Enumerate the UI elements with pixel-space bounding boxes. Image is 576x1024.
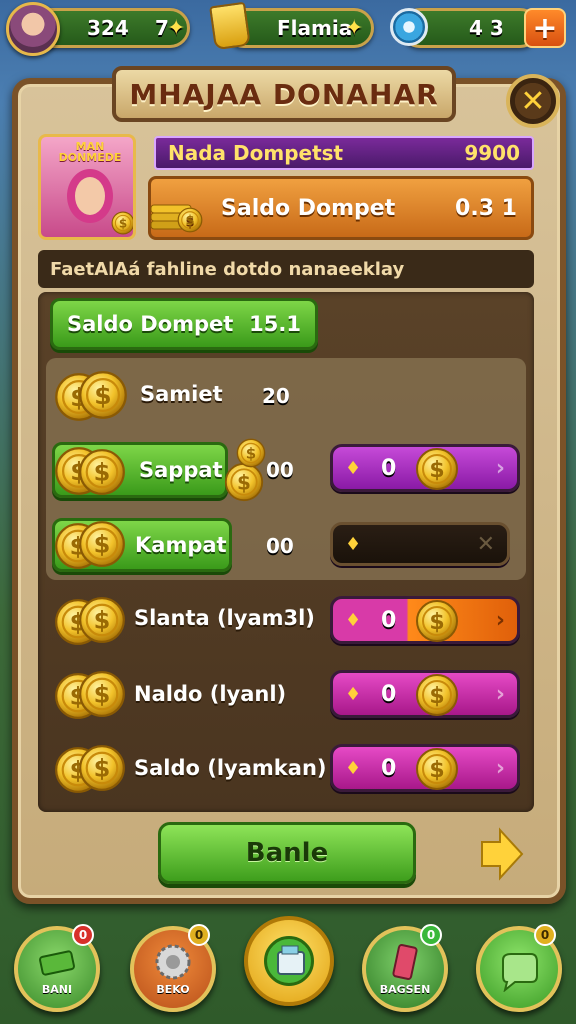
star-plus-icon[interactable]: ✦ — [345, 16, 363, 41]
clear-icon[interactable]: ✕ — [477, 532, 495, 557]
gear-icon — [155, 944, 191, 980]
avatar-icon[interactable] — [6, 2, 60, 56]
coin-icon — [111, 211, 135, 235]
row-label-samiet: Samiet — [140, 382, 223, 406]
wallet-name-label: Nada Dompetst — [168, 141, 344, 165]
portrait-face — [67, 169, 113, 223]
nav-bagsen-label: BAGSEN — [379, 983, 431, 996]
saldo-value: 0.3 1 — [455, 195, 517, 221]
nav-shop-button[interactable] — [244, 916, 334, 1006]
slanta-slider[interactable]: ♦ 0 › — [330, 596, 520, 644]
coin-icon[interactable] — [415, 599, 459, 643]
nav-chat-button[interactable]: 0 — [476, 924, 562, 1012]
nav-bank-label: BANI — [41, 983, 73, 996]
cash-register-icon — [277, 945, 305, 975]
nav-bagsen-button[interactable]: BAGSEN 0 — [362, 924, 448, 1012]
coin-icon — [54, 594, 128, 650]
close-button[interactable]: ✕ — [506, 74, 560, 128]
sappat-slider-value: 0 — [381, 455, 397, 481]
slider-leading-icon: ♦ — [345, 533, 362, 555]
coin-icon[interactable] — [415, 447, 459, 491]
coin-icon — [54, 742, 128, 798]
row-label-saldo: Saldo (lyamkan) — [134, 756, 327, 780]
slanta-slider-value: 0 — [381, 607, 397, 633]
trophy-cup-icon — [209, 1, 251, 51]
row-label-slanta: Slanta (lyam3l) — [134, 606, 315, 630]
row-label-naldo: Naldo (lyanl) — [134, 682, 287, 706]
coin-icon — [54, 518, 128, 574]
player-name: Flamia — [277, 16, 353, 40]
coin-icon[interactable] — [415, 673, 459, 717]
row-value-kampat: 00 — [266, 534, 294, 558]
saldo-dompet-label: Saldo Dompet — [67, 312, 234, 336]
nav-bank-button[interactable]: BANI 0 — [14, 924, 100, 1012]
sappat-slider[interactable]: ♦ 0 › — [330, 444, 520, 492]
nav-beko-label: BEKO — [156, 983, 190, 996]
arrow-right-icon: › — [495, 455, 505, 481]
wallet-name-value: 9900 — [464, 141, 520, 165]
coin-icon — [224, 462, 264, 502]
slider-leading-icon: ♦ — [345, 457, 362, 479]
nav-beko-badge: 0 — [188, 924, 210, 946]
saldo-dompet-value: 15.1 — [249, 312, 301, 336]
gems-value: 4 3 — [469, 16, 504, 40]
gem-icon — [390, 8, 428, 46]
row-value-samiet: 20 — [262, 384, 290, 408]
row-label-sappat: Sappat — [139, 458, 223, 482]
coin-stack-icon — [54, 444, 128, 500]
coin-icon — [54, 668, 128, 724]
plus-icon: + — [532, 10, 558, 46]
close-icon: ✕ — [520, 83, 546, 119]
wallet-name-bar: Nada Dompetst 9900 — [154, 136, 534, 170]
confirm-button[interactable]: Banle — [158, 822, 416, 884]
section-subheader: FaetAlAá fahline dotdo nanaeeklay — [38, 250, 534, 288]
star-plus-icon[interactable]: ✦ — [167, 16, 185, 41]
naldo-slider-value: 0 — [381, 681, 397, 707]
row-label-kampat: Kampat — [135, 533, 227, 557]
arrow-right-icon: › — [495, 681, 505, 707]
slider-leading-icon: ♦ — [345, 609, 362, 631]
saldo-slider-value: 0 — [381, 755, 397, 781]
coin-icon — [54, 368, 128, 424]
kampat-slider-empty[interactable]: ♦ ✕ — [330, 522, 510, 566]
coins-value: 324 — [87, 16, 129, 40]
chat-bubble-icon — [502, 953, 538, 992]
row-value-sappat: 00 — [266, 458, 294, 482]
coin-icon[interactable] — [415, 747, 459, 791]
saldo-balance-bar: Saldo Dompet 0.3 1 — [148, 176, 534, 240]
phone-icon — [392, 944, 418, 980]
naldo-slider[interactable]: ♦ 0 › — [330, 670, 520, 718]
cash-icon — [39, 950, 75, 976]
nav-chat-badge: 0 — [534, 924, 556, 946]
nav-bagsen-badge: 0 — [420, 924, 442, 946]
profile-portrait: MAN DONMEDE — [38, 134, 136, 240]
add-gems-button[interactable]: + — [524, 8, 566, 48]
saldo-dompet-button[interactable]: Saldo Dompet 15.1 — [50, 298, 318, 350]
coin-icon — [236, 438, 266, 468]
coin-stack-icon — [150, 204, 203, 233]
saldo-slider[interactable]: ♦ 0 › — [330, 744, 520, 792]
arrow-right-icon[interactable] — [478, 826, 524, 882]
saldo-label: Saldo Dompet — [221, 195, 396, 221]
dialog-title: MHAJAA DONAHAR — [112, 66, 456, 122]
nav-beko-button[interactable]: BEKO 0 — [130, 924, 216, 1012]
arrow-right-icon: › — [495, 607, 505, 633]
profile-badge-text: MAN DONMEDE — [58, 140, 122, 164]
arrow-right-icon: › — [495, 755, 505, 781]
slider-leading-icon: ♦ — [345, 757, 362, 779]
slider-leading-icon: ♦ — [345, 683, 362, 705]
nav-bank-badge: 0 — [72, 924, 94, 946]
